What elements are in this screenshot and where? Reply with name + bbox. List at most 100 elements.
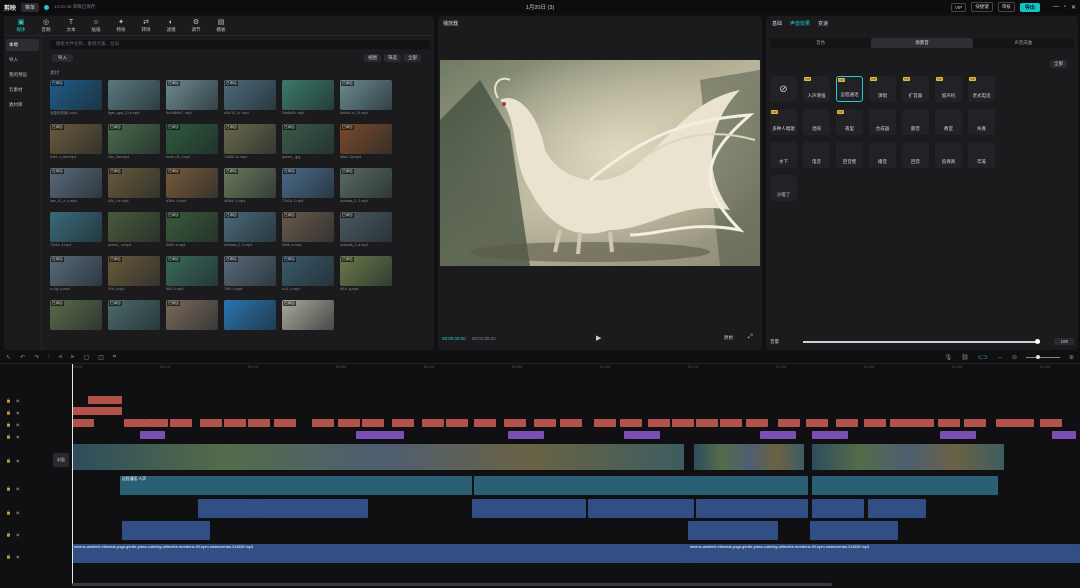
text-clip[interactable] <box>648 419 670 427</box>
play-icon[interactable]: ▶ <box>596 334 601 342</box>
tool-filter[interactable]: ◐ 滤镜 <box>160 18 182 33</box>
media-thumbnail[interactable]: 已添加 8c1a3b5c7..mp4 <box>166 80 218 118</box>
lock-icon[interactable]: 🔒 <box>6 422 11 427</box>
media-thumbnail[interactable]: 已添加 深蓝色背景1.mp4 <box>50 80 102 118</box>
close-icon[interactable]: ✕ <box>1071 4 1076 11</box>
media-thumbnail[interactable]: 已添加 bc9a..04_r.mp4 <box>166 124 218 162</box>
audio-clip[interactable] <box>812 476 998 495</box>
media-thumbnail[interactable]: 已添加 d5cb..2a.mp4 <box>340 124 392 162</box>
sfx-clip[interactable] <box>696 499 808 518</box>
split-left-icon[interactable]: ⫷ <box>59 354 62 361</box>
effect-tile[interactable]: 回音 <box>902 142 929 168</box>
text-clip[interactable] <box>422 419 444 427</box>
eye-icon[interactable]: ◉ <box>16 434 20 439</box>
text-clip[interactable] <box>964 419 986 427</box>
text-clip[interactable] <box>672 419 694 427</box>
media-thumbnail[interactable]: 已添加 <box>108 300 160 338</box>
text-clip[interactable] <box>124 419 146 427</box>
import-button[interactable]: 导入 <box>52 54 73 62</box>
text-clip[interactable] <box>890 419 912 427</box>
eye-icon[interactable]: ◉ <box>16 422 20 427</box>
text-clip[interactable] <box>620 419 642 427</box>
effect-tile[interactable]: 合成器 <box>869 109 896 135</box>
effect-tile[interactable]: VIP 远程通话 <box>836 76 863 102</box>
magnet-icon[interactable]: ⊂⊃ <box>978 354 988 361</box>
media-thumbnail[interactable]: 已添加 laer_11_e..c.mp4 <box>50 168 102 206</box>
nav-item[interactable]: 我的预设 <box>6 69 39 81</box>
effect-tile[interactable]: 电音 <box>803 142 830 168</box>
audio-clip[interactable] <box>696 476 808 495</box>
text-clip[interactable] <box>338 419 360 427</box>
lock-icon[interactable]: 🔒 <box>6 486 11 491</box>
tool-effects[interactable]: ✦ 特效 <box>110 18 132 33</box>
eye-icon[interactable]: ◉ <box>16 410 20 415</box>
lock-icon[interactable]: 🔒 <box>6 398 11 403</box>
redo-icon[interactable]: ↷ <box>34 354 39 361</box>
media-thumbnail[interactable]: 已添加 a3f4c..4.mp4 <box>166 168 218 206</box>
eye-icon[interactable]: ◉ <box>16 532 20 537</box>
effect-tile[interactable]: 颤音 <box>902 109 929 135</box>
eye-icon[interactable]: ◉ <box>16 458 20 463</box>
prop-tab[interactable]: 变速 <box>818 20 828 27</box>
link-icon[interactable]: ⛓ <box>961 354 969 361</box>
text-clip[interactable] <box>446 419 468 427</box>
media-thumbnail[interactable]: 已添加 <box>282 300 334 338</box>
lock-icon[interactable]: 🔒 <box>6 510 11 515</box>
media-thumbnail[interactable]: 已添加 Animals_2..a.mp4 <box>340 212 392 250</box>
text-clip[interactable] <box>170 419 192 427</box>
text-clip[interactable] <box>560 419 582 427</box>
text-clip[interactable] <box>146 419 168 427</box>
media-thumbnail[interactable]: 已添加 7bf2..4.mp4 <box>224 256 276 294</box>
effect-sort-button[interactable]: 全部 <box>1050 60 1067 68</box>
text-clip[interactable] <box>72 419 94 427</box>
playhead[interactable] <box>72 364 73 584</box>
media-thumbnail[interactable]: 已添加 <box>166 300 218 338</box>
sfx-clip[interactable] <box>810 521 898 540</box>
freeze-icon[interactable]: ◫ <box>98 354 104 361</box>
select-tool-icon[interactable]: ↖ <box>6 354 11 361</box>
effect-clip[interactable] <box>940 431 976 439</box>
effect-tile[interactable]: VIP 人声增强 <box>803 76 830 102</box>
text-clip[interactable] <box>996 419 1018 427</box>
shortcut-button[interactable]: 快捷键 <box>971 2 993 12</box>
sfx-clip[interactable] <box>812 499 864 518</box>
volume-value[interactable]: 100 <box>1054 338 1074 345</box>
lock-icon[interactable]: 🔒 <box>6 554 11 559</box>
nav-item[interactable]: 素材库 <box>6 99 39 111</box>
effect-tile[interactable]: 失真 <box>968 109 995 135</box>
text-clip[interactable] <box>200 419 222 427</box>
prop-tab[interactable]: 声音效果 <box>790 20 810 27</box>
eye-icon[interactable]: ◉ <box>16 510 20 515</box>
effect-tile[interactable]: 水下 <box>770 142 797 168</box>
music-clip[interactable]: serene-ambient-ethereal-yoga-gentle-pian… <box>688 544 1080 563</box>
effect-tile[interactable]: 播音 <box>869 142 896 168</box>
ratio-button[interactable]: 原始 <box>724 335 733 341</box>
music-clip[interactable]: serene-ambient-ethereal-yoga-gentle-pian… <box>72 544 688 563</box>
eye-icon[interactable]: ◉ <box>16 398 20 403</box>
tool-audio[interactable]: ◎ 音频 <box>35 18 57 33</box>
audio-subtab[interactable]: 场景音 <box>871 38 973 48</box>
export-button[interactable]: 导出 <box>1019 2 1040 12</box>
audio-subtab[interactable]: 声音成曲 <box>973 38 1074 48</box>
view-button[interactable]: 视图 <box>364 54 381 62</box>
eye-icon[interactable]: ◉ <box>16 486 20 491</box>
text-clip[interactable] <box>534 419 556 427</box>
lock-icon[interactable]: 🔒 <box>6 434 11 439</box>
text-clip[interactable] <box>392 419 414 427</box>
tool-sticker[interactable]: ☺ 贴纸 <box>85 18 107 33</box>
text-clip[interactable] <box>746 419 768 427</box>
preview-axis-icon[interactable]: ⇔ <box>997 355 1003 361</box>
media-thumbnail[interactable]: 已添加 Animals_2..2.mp4 <box>224 212 276 250</box>
media-thumbnail[interactable]: 已添加 a3c72f_1c..mp4 <box>224 80 276 118</box>
text-clip[interactable] <box>778 419 800 427</box>
nav-item[interactable]: 云素材 <box>6 84 39 96</box>
media-thumbnail[interactable]: 已添加 b3d_r1e.mp4 <box>108 168 160 206</box>
minimize-icon[interactable]: — <box>1053 4 1059 10</box>
fullscreen-icon[interactable]: ⤢ <box>748 334 753 341</box>
effect-tile[interactable]: VIP 多钟人唱歌 <box>770 109 797 135</box>
zoom-in-icon[interactable]: ⊕ <box>1069 354 1074 361</box>
lock-icon[interactable]: 🔒 <box>6 458 11 463</box>
media-thumbnail[interactable]: 已添加 Aw5c4..rt_14.mp4 <box>340 80 392 118</box>
filter-button[interactable]: 筛选 <box>384 54 401 62</box>
volume-slider[interactable] <box>803 338 1041 344</box>
